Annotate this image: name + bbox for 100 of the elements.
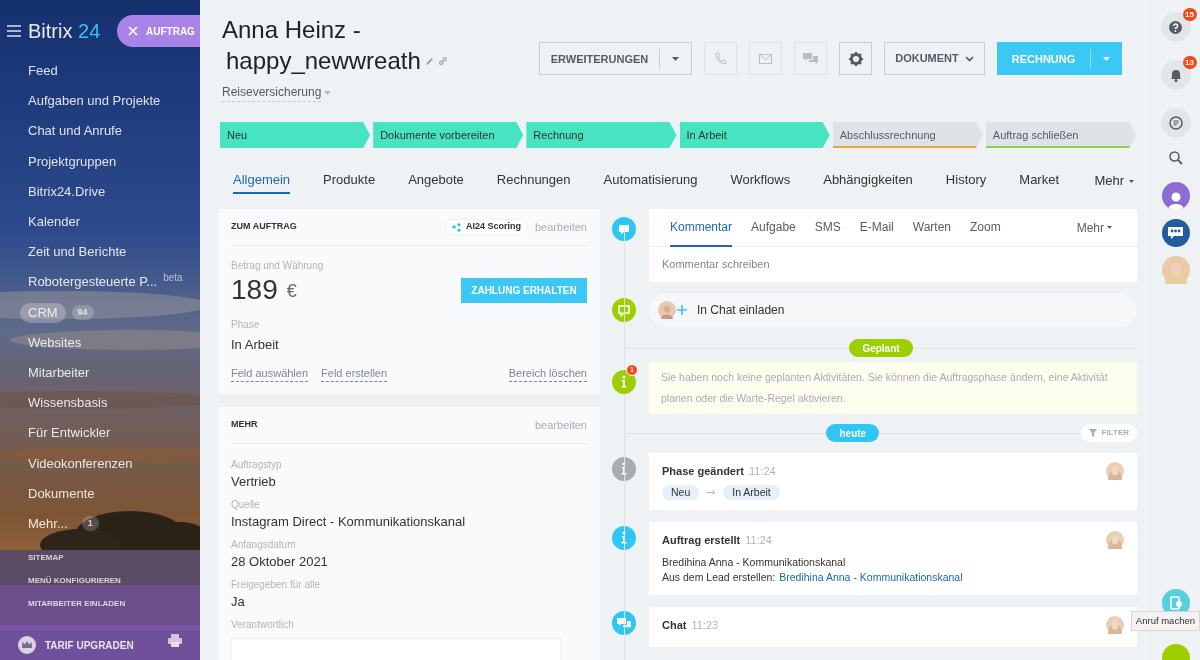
select-field-link[interactable]: Feld auswählen <box>231 364 309 382</box>
stage-chip: In Arbeit <box>723 485 780 500</box>
event-time: 11:24 <box>745 532 772 548</box>
phone-widget-icon <box>1169 596 1182 610</box>
composer-tab[interactable]: Zoom <box>970 208 1001 247</box>
nav-item[interactable]: Mitarbeiter <box>20 362 98 383</box>
chat-button[interactable] <box>794 42 827 75</box>
nav-item[interactable]: Bitrix24.Drive <box>20 181 114 202</box>
today-label: heute <box>826 424 880 442</box>
nav-item[interactable]: Videokonferenzen <box>20 453 141 474</box>
nav-item[interactable]: Dokumente <box>20 483 103 504</box>
printer-icon[interactable] <box>168 633 182 647</box>
composer-tab[interactable]: Kommentar <box>670 208 733 247</box>
tab[interactable]: Market <box>1019 168 1060 194</box>
chat-icon <box>803 52 818 65</box>
scoring-badge[interactable]: AI24 Scoring <box>445 219 528 235</box>
tab[interactable]: Abhängigkeiten <box>823 168 913 194</box>
stage-step[interactable]: Dokumente vorbereiten <box>373 122 524 148</box>
caret-icon[interactable] <box>672 56 679 61</box>
tab[interactable]: Allgemein <box>233 168 291 194</box>
filter-icon <box>1088 429 1097 437</box>
chevron-icon <box>964 55 974 62</box>
composer-tab[interactable]: E-Mail <box>859 208 894 247</box>
tab[interactable]: History <box>945 168 987 194</box>
tab[interactable]: Workflows <box>730 168 791 194</box>
messages-icon <box>1168 116 1183 130</box>
chat-invite-bar[interactable]: In Chat einladen <box>649 293 1137 327</box>
person-icon <box>1166 190 1185 210</box>
settings-icon <box>848 51 863 66</box>
nav-item[interactable]: Aufgaben und Projekte <box>20 91 169 112</box>
delete-section-link[interactable]: Bereich löschen <box>508 364 587 382</box>
composer-tab[interactable]: Warten <box>912 208 951 247</box>
nav-item[interactable]: Kalender <box>20 212 89 233</box>
nav-item[interactable]: Feed <box>20 61 66 82</box>
category-selector[interactable]: Reiseversicherung <box>222 83 322 102</box>
field-value: Ja <box>231 594 246 610</box>
logo[interactable]: Bitrix 24 <box>28 16 101 46</box>
footer-link[interactable]: MITARBEITER EINLADEN <box>28 599 200 609</box>
nav-item[interactable]: Websites <box>20 332 90 353</box>
field-value: In Arbeit <box>231 336 280 354</box>
user-avatar[interactable] <box>1161 182 1190 210</box>
bell-icon <box>1169 68 1182 82</box>
group-chat-button[interactable] <box>1161 219 1190 247</box>
nav-item[interactable]: Für Entwickler <box>20 423 119 444</box>
close-icon <box>128 26 138 36</box>
phone-icon <box>714 52 727 65</box>
counter-badge: 1 <box>81 516 99 532</box>
more-tab[interactable]: Mehr <box>1094 171 1134 191</box>
messages-button[interactable] <box>1160 108 1191 138</box>
info-icon <box>612 370 636 394</box>
event-time: 11:23 <box>691 617 719 633</box>
field-label: Auftragstyp <box>231 459 283 471</box>
arrow-icon <box>706 490 717 495</box>
user-avatar <box>1106 462 1124 480</box>
stage-step[interactable]: Abschlussrechnung <box>832 122 983 148</box>
comment-icon <box>612 217 636 241</box>
document-button[interactable]: DOKUMENT <box>884 42 985 75</box>
group-chat-icon <box>1168 226 1183 240</box>
call-button[interactable] <box>704 42 737 75</box>
card-title: MEHR <box>231 418 258 432</box>
mail-button[interactable] <box>749 42 782 75</box>
stage-step[interactable]: Rechnung <box>526 122 677 148</box>
nav-item[interactable]: Projektgruppen <box>20 151 125 172</box>
crown-icon <box>18 636 36 654</box>
planned-label: Geplant <box>849 339 913 357</box>
nav-item[interactable]: Chat und Anrufe <box>20 121 130 142</box>
field-value: 28 Oktober 2021 <box>231 554 329 570</box>
composer-tab[interactable]: Aufgabe <box>751 208 796 247</box>
pencil-icon[interactable] <box>424 56 434 66</box>
chat-invite-label: In Chat einladen <box>697 302 785 319</box>
composer-tab[interactable]: SMS <box>814 208 841 247</box>
event-title: Chat <box>662 617 687 633</box>
more-tab[interactable]: Mehr <box>1076 218 1112 237</box>
event-time: 11:24 <box>748 463 776 479</box>
footer-link[interactable]: MENÜ KONFIGURIEREN <box>28 576 200 586</box>
search-icon[interactable] <box>1168 151 1183 165</box>
mail-icon <box>759 53 772 64</box>
tab[interactable]: Angebote <box>408 168 464 194</box>
nav-item[interactable]: Mehr... <box>20 513 76 534</box>
field-label: Verantwortlich <box>231 618 295 632</box>
stage-step[interactable]: In Arbeit <box>679 122 830 148</box>
nav-item[interactable]: Zeit und Berichte <box>20 242 135 263</box>
field-label: Quelle <box>231 499 261 511</box>
tab[interactable]: Produkte <box>323 168 376 194</box>
settings-button[interactable] <box>839 42 872 75</box>
plus-icon[interactable] <box>677 305 687 315</box>
stage-step[interactable]: Auftrag schließen <box>985 122 1137 148</box>
tooltip: Anruf machen <box>1130 611 1200 631</box>
lead-link[interactable]: Bredihina Anna - Kommunikationskanal <box>779 570 963 585</box>
comment-field[interactable]: Kommentar schreiben <box>649 247 1137 282</box>
footer-link[interactable]: SITEMAP <box>28 553 200 563</box>
tab[interactable]: Rechnungen <box>496 168 571 194</box>
extensions-button[interactable]: ERWEITERUNGEN <box>539 42 692 75</box>
nav-item[interactable]: Wissensbasis <box>20 393 116 414</box>
caret-icon <box>1107 226 1112 229</box>
tab[interactable]: Automatisierung <box>603 168 698 194</box>
link-icon[interactable] <box>437 56 448 66</box>
create-field-link[interactable]: Feld erstellen <box>321 364 388 382</box>
stage-step[interactable]: Neu <box>220 122 371 148</box>
menu-icon[interactable] <box>7 25 21 37</box>
